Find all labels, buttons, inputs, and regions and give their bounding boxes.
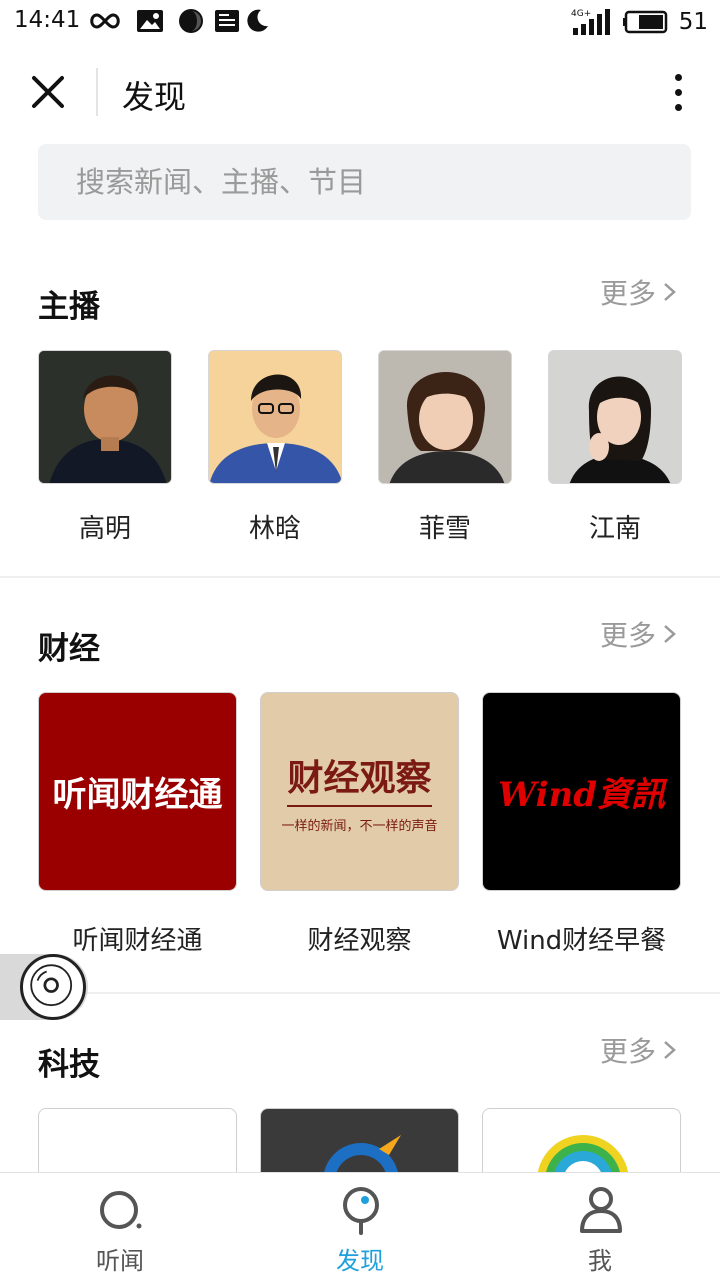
- program-cover: [38, 1108, 237, 1172]
- program-item[interactable]: [38, 1108, 237, 1172]
- anchor-name: 江南: [588, 514, 641, 544]
- page-title: 发现: [122, 78, 187, 116]
- program-cover: 财经观察 一样的新闻，不一样的声音: [260, 692, 459, 891]
- program-name: 听闻财经通: [72, 926, 203, 956]
- header: 发现: [0, 44, 720, 144]
- nav-profile[interactable]: 我: [540, 1173, 660, 1281]
- more-options-icon[interactable]: [666, 70, 690, 114]
- nav-label: 我: [588, 1247, 612, 1275]
- program-cover: [260, 1108, 459, 1172]
- circle-app-icon: [179, 9, 203, 33]
- program-logo-text: Wind資訊: [498, 775, 665, 815]
- finance-more-link[interactable]: 更多: [600, 614, 678, 654]
- battery-icon: [622, 10, 667, 34]
- finance-section-title: 财经: [38, 631, 100, 667]
- nav-discover[interactable]: 发现: [300, 1173, 420, 1281]
- program-cover: 听闻财经通: [38, 692, 237, 891]
- program-item[interactable]: 听闻财经通 听闻财经通: [38, 692, 237, 956]
- program-cover: [482, 1108, 681, 1172]
- program-logo-subtext: 一样的新闻，不一样的声音: [281, 819, 438, 834]
- news-icon: [215, 10, 239, 32]
- program-logo-icon: [324, 1135, 401, 1172]
- program-logo-text: 听闻财经通: [52, 775, 223, 815]
- section-divider: [0, 576, 720, 578]
- program-name: Wind财经早餐: [496, 926, 667, 956]
- moon-icon: [247, 9, 268, 32]
- anchor-item[interactable]: 高明: [38, 350, 172, 544]
- bottom-nav: 听闻 发现 我: [0, 1172, 720, 1281]
- program-name: 财经观察: [307, 926, 412, 956]
- anchor-avatar: [38, 350, 172, 484]
- anchors-more-link[interactable]: 更多: [600, 272, 678, 312]
- chevron-right-icon: [664, 625, 676, 643]
- chevron-right-icon: [664, 1041, 676, 1059]
- program-logo-icon: [537, 1135, 629, 1172]
- program-logo-text: 财经观察: [287, 749, 432, 807]
- nav-listen[interactable]: 听闻: [60, 1173, 180, 1281]
- anchors-section-title: 主播: [38, 289, 100, 325]
- tech-section-title: 科技: [38, 1047, 100, 1083]
- disc-icon[interactable]: [20, 954, 86, 1020]
- picture-icon: [137, 10, 163, 32]
- battery-level: 51: [678, 9, 708, 35]
- status-right: 4G+ 51: [571, 6, 708, 38]
- anchor-avatar: [208, 350, 342, 484]
- program-item[interactable]: [260, 1108, 459, 1172]
- discover-icon: [343, 1187, 379, 1235]
- anchor-item[interactable]: 江南: [548, 350, 682, 544]
- search-input[interactable]: [76, 144, 653, 220]
- program-item[interactable]: 财经观察 一样的新闻，不一样的声音 财经观察: [260, 692, 459, 956]
- anchor-item[interactable]: 菲雪: [378, 350, 512, 544]
- listen-icon: [100, 1191, 142, 1229]
- network-type: 4G+: [571, 9, 591, 19]
- nav-label: 发现: [336, 1247, 384, 1275]
- anchor-name: 林晗: [248, 514, 301, 544]
- header-divider: [96, 68, 98, 116]
- infinity-icon: [90, 13, 120, 29]
- nav-label: 听闻: [96, 1247, 144, 1275]
- close-icon[interactable]: [26, 70, 70, 114]
- program-item[interactable]: [482, 1108, 681, 1172]
- status-time: 14:41: [14, 7, 81, 33]
- chevron-right-icon: [664, 283, 676, 301]
- tech-more-link[interactable]: 更多: [600, 1030, 678, 1070]
- anchor-item[interactable]: 林晗: [208, 350, 342, 544]
- program-cover: Wind資訊: [482, 692, 681, 891]
- more-label: 更多: [599, 1035, 656, 1068]
- more-label: 更多: [599, 619, 656, 652]
- program-item[interactable]: Wind資訊 Wind财经早餐: [482, 692, 681, 956]
- signal-icon: 4G+: [571, 9, 610, 35]
- anchor-avatar: [378, 350, 512, 484]
- anchor-name: 高明: [78, 514, 131, 544]
- search-box: [38, 144, 691, 220]
- anchor-name: 菲雪: [418, 514, 471, 544]
- section-divider: [0, 992, 720, 994]
- status-bar: 14:41 4G+ 51: [0, 0, 720, 44]
- more-label: 更多: [599, 277, 656, 310]
- anchor-avatar: [548, 350, 682, 484]
- profile-icon: [580, 1187, 622, 1233]
